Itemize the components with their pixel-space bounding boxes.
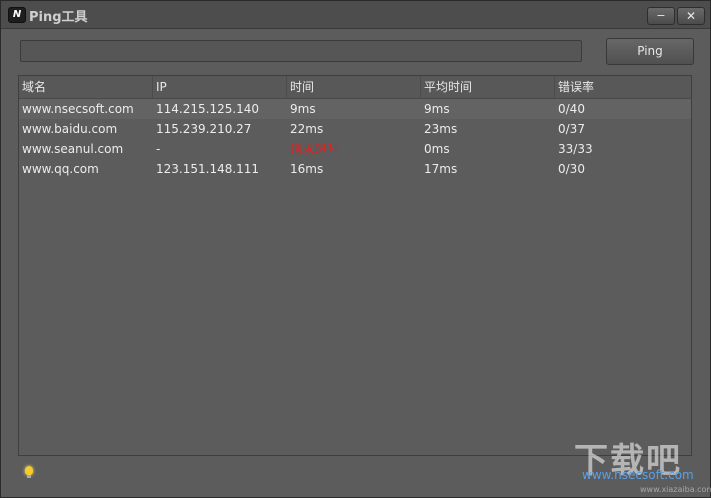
cell-ip: 114.215.125.140	[156, 102, 260, 116]
cell-avg-time: 17ms	[424, 162, 458, 176]
cell-ip: 123.151.148.111	[156, 162, 260, 176]
table-row[interactable]: www.qq.com 123.151.148.111 16ms 17ms 0/3…	[19, 159, 691, 179]
title-bar[interactable]: N Ping工具 − ✕	[1, 1, 710, 29]
cell-error-rate: 33/33	[558, 142, 593, 156]
table-row[interactable]: www.seanul.com - 请求超时 0ms 33/33	[19, 139, 691, 159]
table-header: 域名 IP 时间 平均时间 错误率	[19, 76, 691, 99]
results-table: 域名 IP 时间 平均时间 错误率 www.nsecsoft.com 114.2…	[18, 75, 692, 456]
lightbulb-icon[interactable]	[25, 466, 33, 478]
cell-ip: -	[156, 142, 161, 156]
cell-time: 9ms	[290, 102, 316, 116]
cell-time: 22ms	[290, 122, 324, 136]
column-header-avg-time[interactable]: 平均时间	[421, 76, 555, 98]
column-header-domain[interactable]: 域名	[19, 76, 153, 98]
cell-error-rate: 0/40	[558, 102, 585, 116]
cell-avg-time: 0ms	[424, 142, 450, 156]
cell-domain: www.baidu.com	[22, 122, 118, 136]
app-logo-icon: N	[8, 7, 26, 23]
window-title: Ping工具	[29, 10, 88, 25]
cell-domain: www.nsecsoft.com	[22, 102, 134, 116]
ping-button[interactable]: Ping	[606, 38, 694, 65]
column-header-ip[interactable]: IP	[153, 76, 287, 98]
table-row[interactable]: www.nsecsoft.com 114.215.125.140 9ms 9ms…	[19, 99, 691, 119]
table-row[interactable]: www.baidu.com 115.239.210.27 22ms 23ms 0…	[19, 119, 691, 139]
cell-error-rate: 0/30	[558, 162, 585, 176]
cell-time-timeout: 请求超时	[290, 142, 339, 156]
host-input[interactable]	[20, 40, 582, 62]
close-button[interactable]: ✕	[677, 7, 705, 25]
cell-ip: 115.239.210.27	[156, 122, 252, 136]
cell-time: 16ms	[290, 162, 324, 176]
column-header-error-rate[interactable]: 错误率	[555, 76, 691, 98]
ping-tool-window: N Ping工具 − ✕ Ping 域名 IP 时间 平均时间 错误率 www.…	[0, 0, 711, 498]
minimize-button[interactable]: −	[647, 7, 675, 25]
column-header-time[interactable]: 时间	[287, 76, 421, 98]
watermark-url: www.xiazaiba.com	[640, 485, 711, 494]
cell-domain: www.seanul.com	[22, 142, 124, 156]
cell-avg-time: 9ms	[424, 102, 450, 116]
cell-error-rate: 0/37	[558, 122, 585, 136]
cell-domain: www.qq.com	[22, 162, 99, 176]
cell-avg-time: 23ms	[424, 122, 458, 136]
website-link[interactable]: www.nsecsoft.com	[582, 468, 694, 482]
